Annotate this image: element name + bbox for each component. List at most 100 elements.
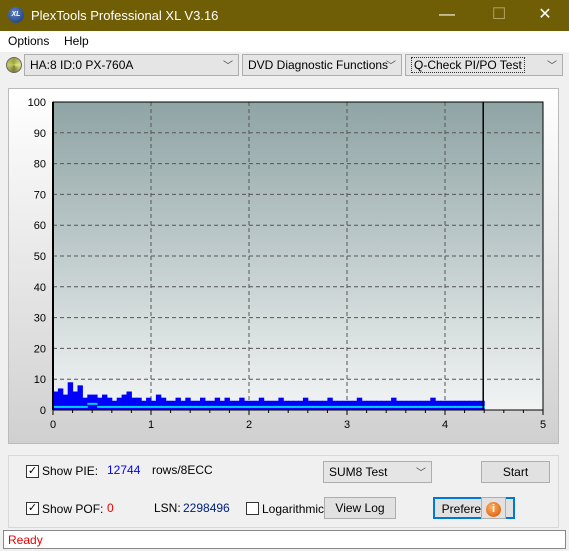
sum-line-segment bbox=[97, 405, 103, 408]
info-button[interactable]: i bbox=[481, 497, 506, 519]
pie-bar bbox=[195, 400, 201, 410]
pie-bar bbox=[400, 400, 407, 410]
pie-value: 12744 bbox=[107, 463, 141, 477]
pie-bar bbox=[356, 397, 363, 410]
pie-bar bbox=[141, 400, 147, 410]
pie-bar bbox=[307, 400, 314, 410]
pi-po-chart: 0 10 20 30 40 50 60 70 80 90 100 0 1 2 3 4 5 bbox=[28, 97, 546, 431]
pie-bar bbox=[244, 400, 250, 410]
y-tick-label: 80 bbox=[34, 159, 46, 171]
y-tick-label: 30 bbox=[34, 313, 46, 325]
sum-line-segment bbox=[209, 405, 216, 408]
sum-line-segment bbox=[459, 405, 466, 408]
pie-bar bbox=[366, 400, 372, 410]
menu-help[interactable]: Help bbox=[64, 34, 89, 48]
y-tick-label: 20 bbox=[34, 343, 46, 355]
maximize-button[interactable]: ☐ bbox=[484, 4, 514, 26]
view-log-button[interactable]: View Log bbox=[324, 497, 396, 519]
sum-line-segment bbox=[464, 405, 470, 408]
pie-bar bbox=[351, 400, 358, 410]
function-select[interactable]: DVD Diagnostic Functions ﹀ bbox=[242, 54, 402, 76]
pie-bar bbox=[420, 400, 426, 410]
pie-bar bbox=[165, 400, 172, 410]
sum-line-segment bbox=[361, 405, 368, 408]
pie-bar bbox=[445, 400, 451, 410]
sum-line-segment bbox=[229, 405, 235, 408]
chevron-down-icon: ﹀ bbox=[416, 468, 426, 479]
drive-select[interactable]: HA:8 ID:0 PX-760A ﹀ bbox=[24, 54, 239, 76]
chart-panel: 0 10 20 30 40 50 60 70 80 90 100 0 1 2 3 4 5 bbox=[8, 88, 559, 444]
sum-line-segment bbox=[200, 405, 206, 408]
sum-line-segment bbox=[405, 405, 412, 408]
y-tick-label: 10 bbox=[34, 374, 46, 386]
test-select[interactable]: Q-Check PI/PO Test ﹀ bbox=[405, 54, 563, 76]
y-tick-label: 50 bbox=[34, 251, 46, 263]
pie-bar bbox=[371, 400, 377, 410]
chevron-down-icon: ﹀ bbox=[223, 61, 233, 72]
pie-bar bbox=[82, 397, 88, 410]
test-value: Q-Check PI/PO Test bbox=[411, 57, 525, 73]
y-tick-label: 40 bbox=[34, 282, 46, 294]
sum-line-segment bbox=[430, 405, 436, 408]
sum-line-segment bbox=[278, 405, 284, 408]
close-button[interactable]: ✕ bbox=[530, 4, 560, 26]
sum-line-segment bbox=[190, 405, 196, 408]
sum-line-segment bbox=[298, 405, 304, 408]
sum-line-segment bbox=[415, 405, 421, 408]
show-pie-checkbox[interactable]: ✓ bbox=[26, 465, 39, 478]
function-value: DVD Diagnostic Functions bbox=[248, 58, 389, 72]
show-pof-checkbox[interactable]: ✓ bbox=[26, 502, 39, 515]
pie-bar bbox=[67, 382, 74, 410]
sum-line-segment bbox=[146, 405, 152, 408]
sum-line-segment bbox=[410, 405, 417, 408]
test-mode-select[interactable]: SUM8 Test ﹀ bbox=[323, 461, 432, 483]
sum-line-segment bbox=[62, 405, 69, 408]
pie-bar bbox=[234, 400, 240, 410]
sum-line-segment bbox=[283, 405, 289, 408]
sum-line-segment bbox=[180, 405, 186, 408]
sum-line-segment bbox=[317, 405, 323, 408]
start-button[interactable]: Start bbox=[481, 461, 550, 483]
sum-line-segment bbox=[449, 405, 456, 408]
sum-line-segment bbox=[288, 405, 294, 408]
app-logo-icon: XL bbox=[8, 7, 24, 23]
chevron-down-icon: ﹀ bbox=[547, 61, 557, 72]
sum-line-segment bbox=[440, 405, 446, 408]
pie-bar bbox=[92, 394, 98, 410]
pie-bar bbox=[175, 397, 181, 410]
status-bar: Ready bbox=[3, 530, 566, 549]
pie-bar bbox=[116, 397, 123, 410]
pie-bar bbox=[435, 400, 441, 410]
pie-bar bbox=[263, 400, 270, 410]
pof-value: 0 bbox=[107, 501, 114, 515]
sum-line-segment bbox=[87, 402, 93, 405]
pie-bar bbox=[454, 400, 461, 410]
sum-line-segment bbox=[420, 405, 426, 408]
pie-bar bbox=[268, 400, 274, 410]
sum-line-segment bbox=[204, 405, 211, 408]
disc-icon bbox=[6, 57, 22, 73]
sum-line-segment bbox=[396, 405, 402, 408]
drive-value: HA:8 ID:0 PX-760A bbox=[30, 58, 134, 72]
menu-options[interactable]: Options bbox=[8, 34, 49, 48]
pie-bar bbox=[425, 400, 431, 410]
pie-bar bbox=[332, 400, 338, 410]
rows-unit: rows/8ECC bbox=[152, 463, 213, 477]
pie-bar bbox=[391, 397, 397, 410]
minimize-button[interactable]: — bbox=[432, 4, 462, 26]
pie-bar bbox=[459, 400, 466, 410]
sum-line-segment bbox=[268, 405, 274, 408]
logarithmic-checkbox[interactable] bbox=[246, 502, 259, 515]
sum-line-segment bbox=[307, 405, 314, 408]
sum-line-segment bbox=[234, 405, 240, 408]
sum-line-segment bbox=[327, 405, 333, 408]
show-pie-label: Show PIE: bbox=[42, 464, 99, 478]
y-tick-label: 100 bbox=[28, 97, 46, 109]
pie-bar bbox=[347, 400, 353, 410]
pie-bar bbox=[293, 400, 299, 410]
pie-bar bbox=[288, 400, 294, 410]
sum-line-segment bbox=[273, 405, 279, 408]
pie-bar bbox=[317, 400, 323, 410]
sum-line-segment bbox=[67, 405, 74, 408]
sum-line-segment bbox=[72, 405, 78, 408]
